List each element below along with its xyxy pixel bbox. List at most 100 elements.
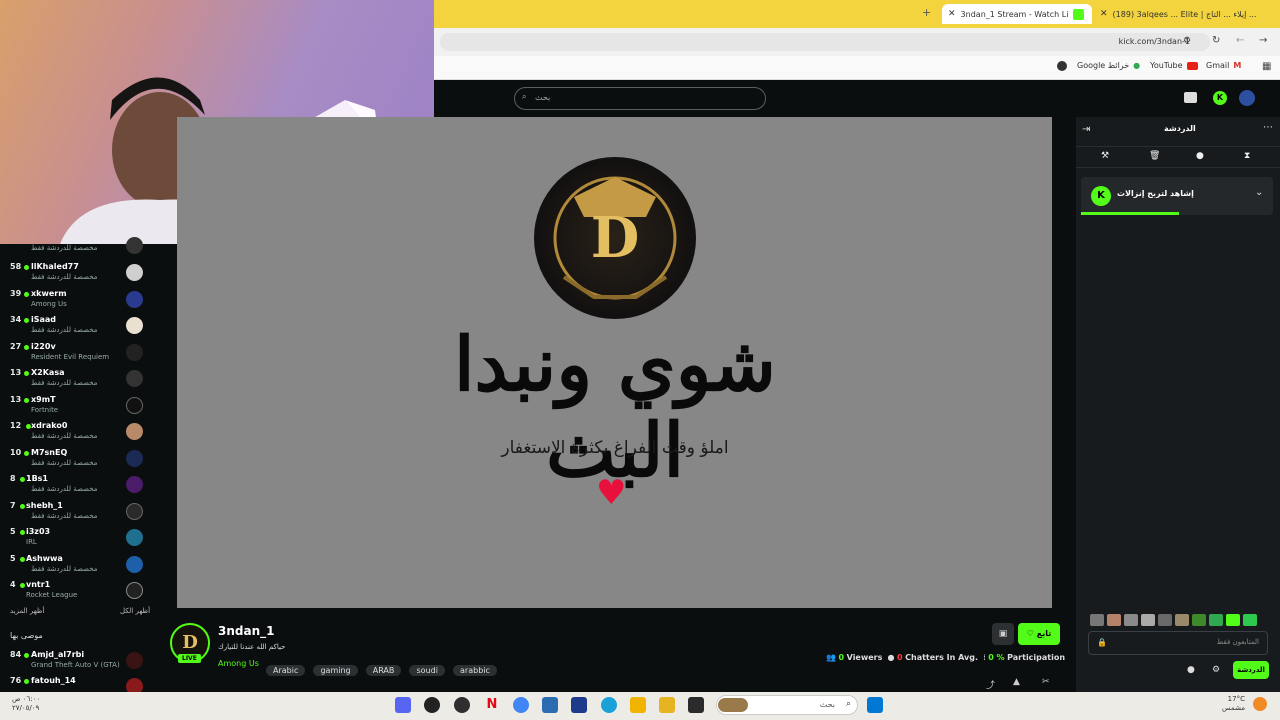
chat-more-icon[interactable]: ⋯ — [1263, 122, 1273, 133]
emote-icon[interactable] — [1209, 614, 1223, 626]
kick-coin-icon[interactable]: K — [1213, 91, 1227, 105]
live-dot-icon — [20, 504, 25, 509]
app-icon[interactable] — [571, 697, 587, 713]
sidebar-channel-amjd-al7rbi[interactable]: 84 Amjd_al7rbi Grand Theft Auto V (GTA) — [0, 648, 152, 674]
bookmark-gmail[interactable]: Gmail M — [1206, 61, 1241, 70]
tag-chip[interactable]: gaming — [313, 665, 358, 676]
file-explorer-icon[interactable] — [659, 697, 675, 713]
pinned-drops-banner[interactable]: K إشاهد لتربح إنزالات ⌄ — [1081, 177, 1273, 215]
app-icon[interactable] — [630, 697, 646, 713]
emote-icon[interactable] — [1107, 614, 1121, 626]
search-input[interactable]: ⌕ بحث — [514, 87, 766, 110]
emote-icon[interactable] — [1243, 614, 1257, 626]
show-more-link[interactable]: أظهر المزيد — [10, 607, 44, 615]
gmail-icon: M — [1233, 61, 1242, 70]
windows-start-icon[interactable] — [867, 697, 883, 713]
sidebar-channel-ashwwa[interactable]: 5 Ashwwa مخصصة للدردشة فقط — [0, 552, 152, 578]
stream-title: حياكم الله عندنا للتيارك — [218, 643, 286, 651]
channel-category: مخصصة للدردشة فقط — [31, 244, 98, 252]
sidebar-channel-isaad[interactable]: 34 iSaad مخصصة للدردشة فقط — [0, 313, 152, 339]
send-chat-button[interactable]: الدردشة — [1233, 661, 1269, 679]
channel-name[interactable]: 3ndan_1 — [218, 624, 274, 638]
emote-icon[interactable] — [1158, 614, 1172, 626]
sidebar-channel-x9mt[interactable]: 13 x9mT Fortnite — [0, 393, 152, 419]
hourglass-icon[interactable]: ⧗ — [1244, 151, 1250, 161]
live-dot-icon — [24, 398, 29, 403]
emote-icon[interactable] — [1226, 614, 1240, 626]
emote-icon[interactable] — [1192, 614, 1206, 626]
category-link[interactable]: Among Us — [218, 659, 259, 668]
taskbar-search[interactable]: بحث ⌕ — [716, 695, 858, 715]
sidebar-channel-shebh-1[interactable]: 7 shebh_1 مخصصة للدردشة فقط — [0, 499, 152, 525]
reload-icon[interactable]: ↻ — [1212, 35, 1220, 46]
close-icon[interactable]: ✕ — [1100, 9, 1108, 19]
channel-logo: D — [534, 157, 696, 319]
avatar — [126, 370, 143, 387]
gift-icon[interactable] — [1184, 92, 1197, 103]
sidebar-channel-i220v[interactable]: 27 i220v Resident Evil Requiem — [0, 340, 152, 366]
chat-users-icon[interactable]: ● — [1187, 665, 1195, 675]
url-field[interactable] — [440, 33, 1210, 51]
heart-icon: ♥ — [596, 473, 627, 513]
edge-icon[interactable] — [601, 697, 617, 713]
youtube-icon — [1186, 61, 1198, 70]
sidebar-channel-1bs1[interactable]: 8 1Bs1 مخصصة للدردشة فقط — [0, 472, 152, 498]
emote-icon[interactable] — [1090, 614, 1104, 626]
search-icon: ⌕ — [522, 92, 527, 101]
tab-youtube[interactable]: ✕ (189) 3alqees ... Elite | إيلاء ... ال… — [1100, 4, 1260, 24]
recommended-heading: موصى بها — [10, 631, 43, 640]
emote-icon[interactable] — [1124, 614, 1138, 626]
emote-icon[interactable] — [1141, 614, 1155, 626]
show-all-link[interactable]: أظهر الكل — [120, 607, 150, 615]
bookmark-maps[interactable]: Google خرائط ● — [1077, 61, 1140, 70]
sidebar-channel-vntr1[interactable]: 4 vntr1 Rocket League — [0, 578, 152, 604]
tab-kick-stream[interactable]: ✕ 3ndan_1 Stream - Watch Li — [942, 4, 1092, 24]
sidebar-channel-llkhaled77[interactable]: 58 llKhaled77 مخصصة للدردشة فقط — [0, 260, 152, 286]
apps-grid-icon[interactable]: ▦ — [1262, 61, 1271, 72]
sidebar-channel-i3z03[interactable]: 5 i3z03 IRL — [0, 525, 152, 551]
gift-subs-button[interactable]: ▣ — [992, 623, 1014, 645]
chrome-icon[interactable] — [1057, 61, 1067, 71]
tag-chip[interactable]: ARAB — [365, 665, 402, 676]
chrome-icon[interactable] — [513, 697, 529, 713]
live-dot-icon — [24, 679, 29, 684]
live-badge: LIVE — [178, 654, 201, 663]
tag-chip[interactable]: Arabic — [266, 665, 306, 676]
mod-hammer-icon[interactable]: ⚒ — [1101, 151, 1109, 161]
share-icon[interactable]: ⤴ — [986, 678, 995, 691]
forward-icon[interactable]: → — [1259, 35, 1267, 46]
chat-input[interactable]: 🔒 المتابعون فقط — [1088, 631, 1268, 655]
report-icon[interactable]: ▲ — [1013, 677, 1020, 687]
terminal-icon[interactable] — [688, 697, 704, 713]
bookmark-youtube[interactable]: YouTube — [1150, 61, 1198, 70]
app-icon[interactable] — [542, 697, 558, 713]
chevron-down-icon[interactable]: ⌄ — [1255, 187, 1263, 198]
site-settings-icon[interactable]: ⚙ — [1183, 36, 1191, 46]
chat-bubble-icon[interactable]: ● — [1196, 151, 1204, 161]
tag-chip[interactable]: arabbic — [453, 665, 497, 676]
collapse-chat-icon[interactable]: ⇥ — [1082, 124, 1090, 135]
trash-icon[interactable]: 🗑 — [1149, 151, 1160, 161]
live-dot-icon — [20, 583, 25, 588]
emote-icon[interactable] — [1175, 614, 1189, 626]
netflix-icon[interactable]: N — [484, 697, 500, 713]
maps-pin-icon: ● — [1133, 61, 1141, 70]
live-dot-icon — [24, 653, 29, 658]
live-dot-icon — [20, 477, 25, 482]
app-icon[interactable] — [424, 697, 440, 713]
chat-settings-icon[interactable]: ⚙ — [1212, 665, 1220, 675]
new-tab-button[interactable]: + — [922, 6, 931, 19]
user-avatar[interactable] — [1239, 90, 1255, 106]
obs-icon[interactable] — [454, 697, 470, 713]
sidebar-channel-m7sneq[interactable]: 10 M7snEQ مخصصة للدردشة فقط — [0, 446, 152, 472]
tag-chip[interactable]: soudi — [409, 665, 445, 676]
sidebar-channel-xdrako0[interactable]: 12 xdrako0 مخصصة للدردشة فقط — [0, 419, 152, 445]
sidebar-channel-xkwerm[interactable]: 39 xkwerm Among Us — [0, 287, 152, 313]
clip-icon[interactable]: ✂ — [1042, 677, 1050, 687]
close-icon[interactable]: ✕ — [948, 9, 956, 19]
back-icon[interactable]: ← — [1236, 35, 1244, 46]
weather-widget[interactable]: 17°C مشمس — [1222, 695, 1245, 713]
sidebar-channel-x2kasa[interactable]: 13 X2Kasa مخصصة للدردشة فقط — [0, 366, 152, 392]
discord-icon[interactable] — [395, 697, 411, 713]
follow-button[interactable]: ♡ تابع — [1018, 623, 1060, 645]
